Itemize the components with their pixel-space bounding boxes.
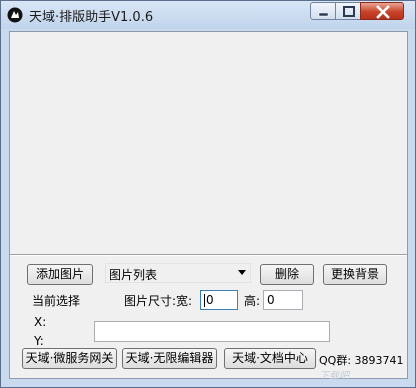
width-value: 0 — [206, 293, 214, 307]
app-logo-icon — [7, 7, 23, 23]
chevron-down-icon — [238, 270, 246, 275]
qq-group-text: QQ群: 3893741 — [319, 354, 404, 367]
maximize-button[interactable] — [335, 2, 361, 20]
infinite-editor-button[interactable]: 天域·无限编辑器 — [122, 348, 217, 369]
minimize-button[interactable] — [310, 2, 336, 20]
image-canvas[interactable] — [10, 32, 407, 254]
app-window: 天域·排版助手V1.0.6 添加图片 图片列表 删除 更换背景 当前选择 图片尺… — [0, 0, 416, 388]
replace-background-button[interactable]: 更换背景 — [323, 264, 387, 285]
docs-center-button[interactable]: 天域·文档中心 — [224, 348, 316, 369]
client-area: 添加图片 图片列表 删除 更换背景 当前选择 图片尺寸:宽: 0 高: 0 X:… — [9, 31, 408, 379]
close-button[interactable] — [360, 2, 404, 20]
minimize-icon — [318, 12, 329, 17]
y-label: Y: — [34, 334, 44, 348]
current-selection-label: 当前选择 — [32, 294, 81, 308]
divider — [10, 254, 407, 256]
delete-button[interactable]: 删除 — [260, 264, 314, 285]
text-caret — [204, 294, 205, 307]
x-label: X: — [34, 315, 47, 329]
window-title: 天域·排版助手V1.0.6 — [29, 10, 154, 25]
watermark: 下载吧 — [319, 371, 349, 382]
image-list-value: 图片列表 — [109, 268, 158, 282]
close-icon — [376, 5, 390, 19]
microservice-gateway-button[interactable]: 天域·微服务网关 — [22, 348, 117, 369]
height-value: 0 — [267, 293, 275, 307]
maximize-icon — [343, 6, 355, 17]
title-bar[interactable]: 天域·排版助手V1.0.6 — [1, 1, 415, 29]
add-image-button[interactable]: 添加图片 — [27, 264, 93, 285]
height-input[interactable]: 0 — [263, 290, 303, 310]
height-label: 高: — [244, 294, 261, 308]
y-input[interactable] — [94, 321, 330, 342]
image-list-select[interactable]: 图片列表 — [105, 263, 251, 283]
width-input[interactable]: 0 — [200, 290, 238, 310]
image-size-width-label: 图片尺寸:宽: — [124, 294, 193, 308]
